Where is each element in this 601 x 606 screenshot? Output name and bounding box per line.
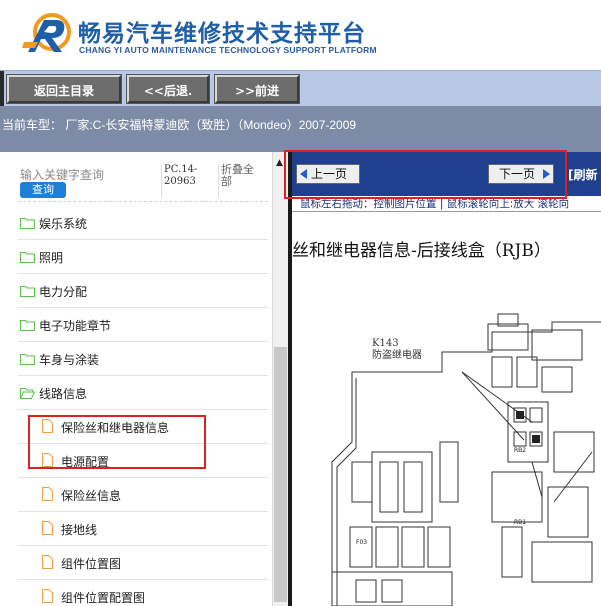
tree-folder-electronic-functions[interactable]: 电子功能章节 bbox=[18, 308, 268, 342]
catalog-sidebar: 输入关键字查询 查询 PC.14-20963 折叠全部 娱乐系统 照明 电力分配… bbox=[0, 152, 272, 606]
nav-divider bbox=[0, 71, 4, 107]
current-model-bar: 当前车型： 厂家:C-长安福特蒙迪欧（致胜）（Mondeo）2007-2009 bbox=[0, 106, 601, 152]
diagram-label-rb2: RB2 bbox=[514, 447, 526, 454]
document-icon bbox=[42, 589, 53, 603]
tree-folder-label: 线路信息 bbox=[39, 387, 88, 401]
back-button[interactable]: <<后退. bbox=[126, 74, 210, 104]
search-input[interactable]: 输入关键字查询 bbox=[20, 166, 104, 183]
folder-icon bbox=[20, 218, 35, 229]
brand-subtitle: CHANG YI AUTO MAINTENANCE TECHNOLOGY SUP… bbox=[79, 45, 377, 55]
folder-icon bbox=[20, 286, 35, 297]
document-icon bbox=[42, 521, 53, 535]
tree-doc-component-location[interactable]: 组件位置图 bbox=[18, 546, 268, 580]
tree-folder-power-distribution[interactable]: 电力分配 bbox=[18, 274, 268, 308]
tree-folder-lighting[interactable]: 照明 bbox=[18, 240, 268, 274]
document-icon bbox=[42, 555, 53, 569]
fuse-box-diagram[interactable]: RB2 RB1 F03 bbox=[292, 312, 601, 606]
scroll-up-arrow-icon[interactable]: ▲ bbox=[276, 158, 283, 168]
diagram-label-f03: F03 bbox=[356, 539, 367, 546]
component-code: K143 bbox=[372, 338, 399, 349]
tree-doc-label: 接地线 bbox=[61, 523, 98, 537]
sidebar-scrollbar[interactable]: ▲ bbox=[272, 152, 288, 606]
highlight-box-right bbox=[284, 150, 567, 199]
folder-icon bbox=[20, 252, 35, 263]
tree-doc-label: 组件位置图 bbox=[61, 557, 122, 571]
collapse-all-button[interactable]: 折叠全部 bbox=[218, 164, 264, 198]
tree-folder-label: 电子功能章节 bbox=[39, 319, 112, 333]
tree-doc-label: 组件位置配置图 bbox=[61, 591, 146, 605]
diagram-label-rb1: RB1 bbox=[514, 519, 526, 526]
tree-doc-label: 保险丝信息 bbox=[61, 489, 122, 503]
document-viewer: 上一页 下一页 [刷新 鼠标左右拖动：控制图片位置 | 鼠标滚轮向上:放大 滚轮… bbox=[288, 152, 601, 606]
tree-folder-body-paint[interactable]: 车身与涂装 bbox=[18, 342, 268, 376]
tree-folder-wiring-info[interactable]: 线路信息 bbox=[18, 376, 268, 410]
tree-folder-label: 照明 bbox=[39, 251, 64, 265]
search-button[interactable]: 查询 bbox=[20, 182, 66, 198]
current-model-text: 当前车型： 厂家:C-长安福特蒙迪欧（致胜）（Mondeo）2007-2009 bbox=[2, 118, 357, 132]
document-title: 丝和继电器信息-后接线盒（RJB） bbox=[292, 241, 551, 261]
component-callout: K143 防盗继电器 bbox=[372, 338, 422, 362]
document-icon bbox=[42, 487, 53, 501]
tree-folder-label: 车身与涂装 bbox=[39, 353, 100, 367]
folder-icon bbox=[20, 354, 35, 365]
tree-doc-component-location-config[interactable]: 组件位置配置图 bbox=[18, 580, 268, 606]
tree-folder-entertainment[interactable]: 娱乐系统 bbox=[18, 206, 268, 240]
pc-code-label: PC.14-20963 bbox=[161, 164, 207, 198]
refresh-link[interactable]: [刷新 bbox=[568, 166, 598, 183]
nav-toolbar: 返回主目录 <<后退. >>前进 bbox=[0, 70, 601, 107]
forward-button[interactable]: >>前进 bbox=[214, 74, 300, 104]
tree-doc-fuse-info[interactable]: 保险丝信息 bbox=[18, 478, 268, 512]
brand-title: 畅易汽车维修技术支持平台 bbox=[78, 21, 366, 47]
tree-doc-ground[interactable]: 接地线 bbox=[18, 512, 268, 546]
logo-icon bbox=[22, 13, 71, 52]
app-header: 畅易汽车维修技术支持平台 CHANG YI AUTO MAINTENANCE T… bbox=[0, 0, 601, 70]
folder-open-icon bbox=[20, 388, 35, 399]
scroll-thumb[interactable] bbox=[274, 347, 287, 602]
tree-folder-label: 电力分配 bbox=[39, 285, 88, 299]
home-button[interactable]: 返回主目录 bbox=[6, 74, 122, 104]
tree-folder-label: 娱乐系统 bbox=[39, 217, 88, 231]
folder-icon bbox=[20, 320, 35, 331]
search-row: 输入关键字查询 查询 PC.14-20963 折叠全部 bbox=[18, 162, 268, 202]
component-name: 防盗继电器 bbox=[372, 350, 422, 361]
highlight-box-left bbox=[28, 415, 206, 469]
